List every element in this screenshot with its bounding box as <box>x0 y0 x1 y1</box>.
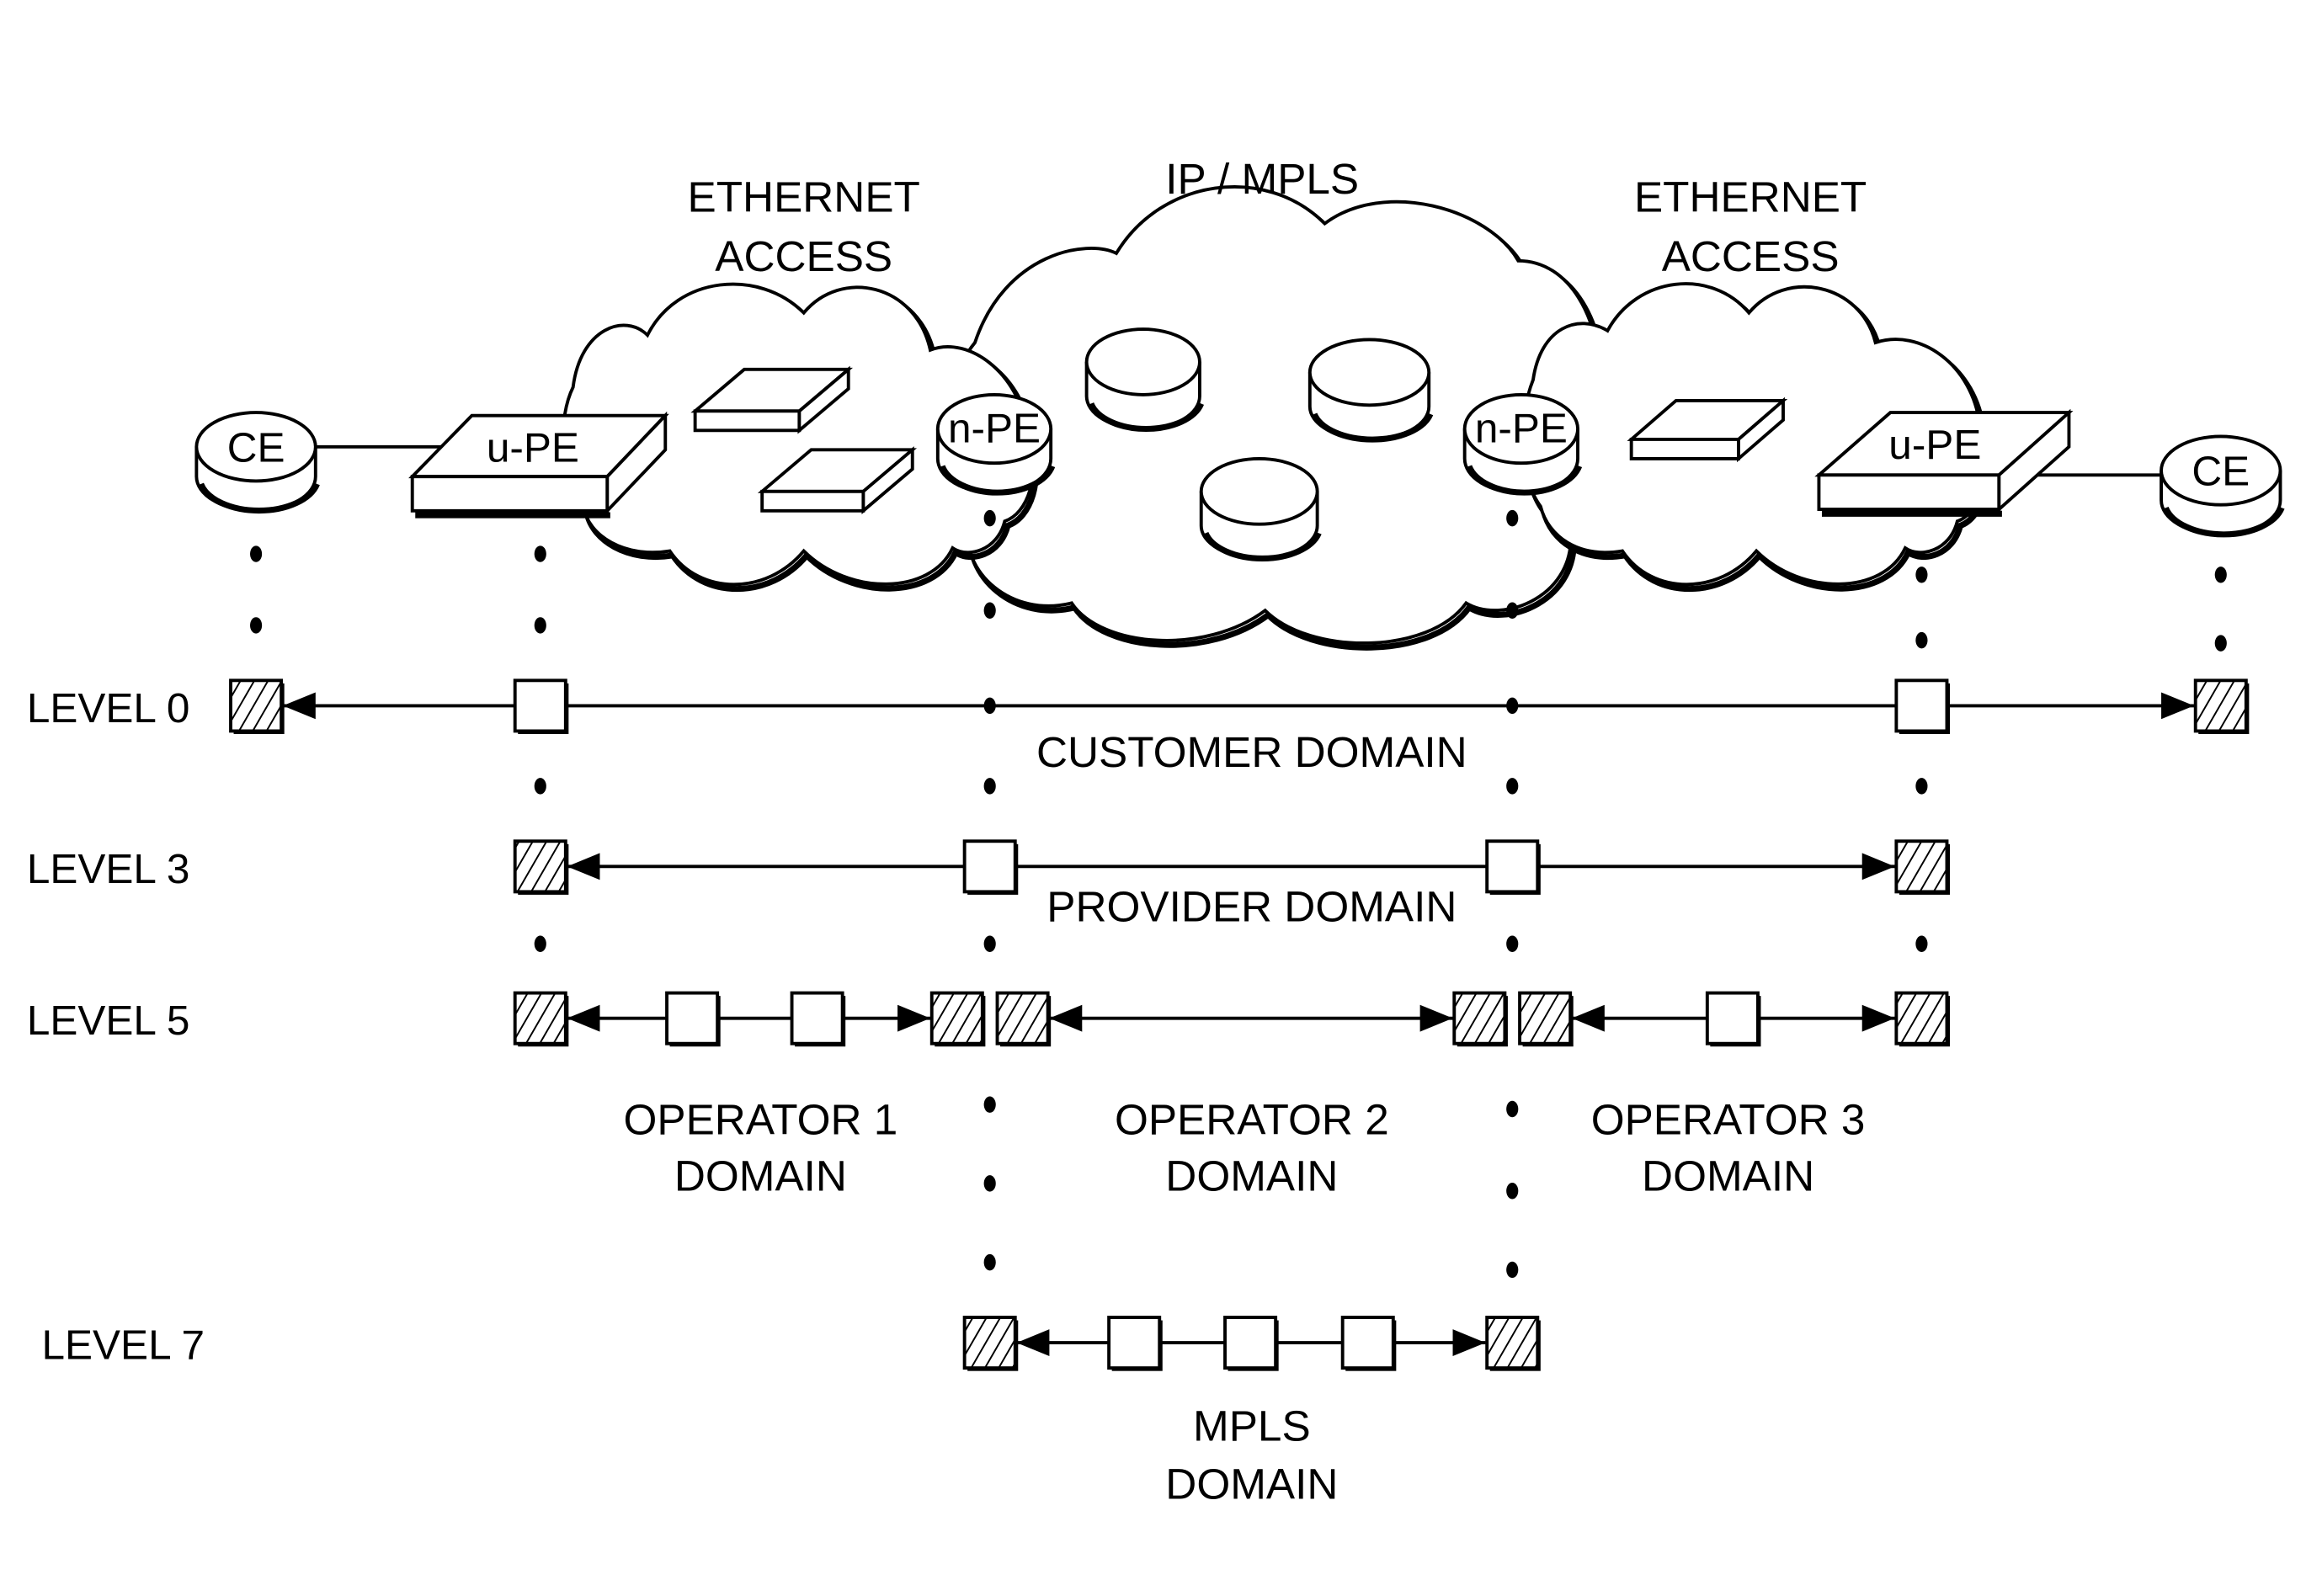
guide-dot <box>534 617 546 634</box>
guide-dot <box>1506 697 1519 715</box>
guide-dot <box>983 1253 996 1271</box>
guide-dot <box>534 778 546 795</box>
upe-right-label: u-PE <box>1888 422 1981 468</box>
level-0-mep-left <box>229 678 284 733</box>
level-5-op2-mep-left <box>995 991 1050 1045</box>
guide-dot <box>2214 635 2227 652</box>
right-cloud-label-line2: ACCESS <box>1662 232 1840 280</box>
maintenance-domain-diagram: ETHERNET ACCESS IP / MPLS ETHERNET ACCES… <box>27 155 2285 1508</box>
arrowhead-left-icon <box>282 692 316 720</box>
guide-dot <box>2214 567 2227 583</box>
guide-dot <box>534 545 546 562</box>
level-3-mep-right <box>1894 839 1949 894</box>
level-0-mip-upe-right <box>1894 678 1949 733</box>
arrowhead-right-icon <box>1861 853 1895 880</box>
guide-dot <box>1506 509 1519 527</box>
level-3-mip-npe-left <box>962 839 1017 894</box>
operator-1-domain-label-line2: DOMAIN <box>674 1152 847 1200</box>
guide-dot <box>250 617 263 634</box>
guide-dot <box>1506 1100 1519 1118</box>
core-router-3 <box>1199 456 1322 561</box>
ce-right-label: CE <box>2192 449 2250 495</box>
level-5-op3-mep-left <box>1518 991 1573 1045</box>
guide-dot <box>1506 1183 1519 1200</box>
left-cloud-label-line1: ETHERNET <box>688 173 920 221</box>
mpls-domain-label-line1: MPLS <box>1193 1402 1311 1450</box>
level-5-label: LEVEL 5 <box>27 998 190 1044</box>
arrowhead-left-icon <box>1571 1004 1605 1032</box>
right-cloud-label-line1: ETHERNET <box>1634 173 1867 221</box>
level-3-mep-left <box>513 839 567 894</box>
npe-left-label: n-PE <box>948 405 1041 451</box>
guide-dot <box>983 1175 996 1192</box>
guide-dot <box>1915 631 1928 649</box>
guide-dot <box>250 545 263 562</box>
arrowhead-left-icon <box>1016 1329 1050 1356</box>
arrowhead-left-icon <box>1049 1004 1083 1032</box>
operator-3-domain-label-line2: DOMAIN <box>1642 1152 1814 1200</box>
customer-domain-label: CUSTOMER DOMAIN <box>1036 728 1467 776</box>
guide-dot <box>534 935 546 952</box>
guide-dot <box>1506 1261 1519 1279</box>
arrowhead-left-icon <box>567 853 600 880</box>
maintenance-flows <box>229 678 2250 1371</box>
core-cloud-label: IP / MPLS <box>1165 155 1359 203</box>
npe-right-label: n-PE <box>1475 405 1568 451</box>
npe-right-router: n-PE <box>1462 392 1583 496</box>
guide-dot <box>1915 935 1928 952</box>
operator-1-domain-label-line1: OPERATOR 1 <box>624 1096 898 1144</box>
level-5-op1-mip <box>790 991 844 1045</box>
level-5-op1-mep-left <box>513 991 567 1045</box>
level-0-mip-upe-left <box>513 678 567 733</box>
guide-dot <box>983 935 996 952</box>
provider-domain-label: PROVIDER DOMAIN <box>1046 883 1457 931</box>
core-router-1 <box>1084 327 1205 433</box>
level-7-label: LEVEL 7 <box>42 1322 205 1369</box>
arrowhead-right-icon <box>1419 1004 1453 1032</box>
arrowhead-right-icon <box>897 1004 930 1032</box>
level-5-op1-mep-right <box>929 991 984 1045</box>
level-5-op3-mep-right <box>1894 991 1949 1045</box>
level-5-op1-mip <box>665 991 720 1045</box>
guide-dot <box>1506 935 1519 952</box>
guide-dot <box>983 602 996 619</box>
guide-dot <box>983 697 996 715</box>
guide-dot <box>1506 778 1519 795</box>
arrowhead-right-icon <box>2161 692 2194 720</box>
ce-right-router: CE <box>2160 434 2285 538</box>
level-7-mip <box>1223 1316 1278 1370</box>
level-7-mep-right <box>1485 1316 1540 1370</box>
arrowhead-right-icon <box>1452 1329 1486 1356</box>
guide-dot <box>983 778 996 795</box>
guide-dot <box>1915 778 1928 795</box>
arrowhead-left-icon <box>567 1004 600 1032</box>
level-0-label: LEVEL 0 <box>27 685 190 732</box>
core-router-2 <box>1307 338 1434 443</box>
mpls-domain-label-line2: DOMAIN <box>1165 1460 1338 1508</box>
level-7-mip <box>1340 1316 1395 1370</box>
ce-left-router: CE <box>194 411 320 514</box>
guide-dot <box>983 1096 996 1113</box>
guide-dot <box>1506 602 1519 619</box>
guide-dot <box>983 509 996 527</box>
level-7-mep-left <box>962 1316 1017 1370</box>
operator-2-domain-label-line1: OPERATOR 2 <box>1115 1096 1389 1144</box>
level-5-op3-mip <box>1705 991 1760 1045</box>
npe-left-router: n-PE <box>935 392 1056 496</box>
ce-left-label: CE <box>227 424 285 471</box>
level-3-mip-npe-right <box>1485 839 1540 894</box>
guide-dot <box>1915 567 1928 583</box>
left-cloud-label-line2: ACCESS <box>715 232 892 280</box>
level-7-mip <box>1107 1316 1162 1370</box>
arrowhead-right-icon <box>1861 1004 1895 1032</box>
upe-left-label: u-PE <box>487 424 579 471</box>
level-3-label: LEVEL 3 <box>27 846 190 892</box>
level-5-op2-mep-right <box>1452 991 1507 1045</box>
operator-3-domain-label-line1: OPERATOR 3 <box>1591 1096 1866 1144</box>
level-0-mep-right <box>2193 678 2248 733</box>
operator-2-domain-label-line2: DOMAIN <box>1165 1152 1338 1200</box>
